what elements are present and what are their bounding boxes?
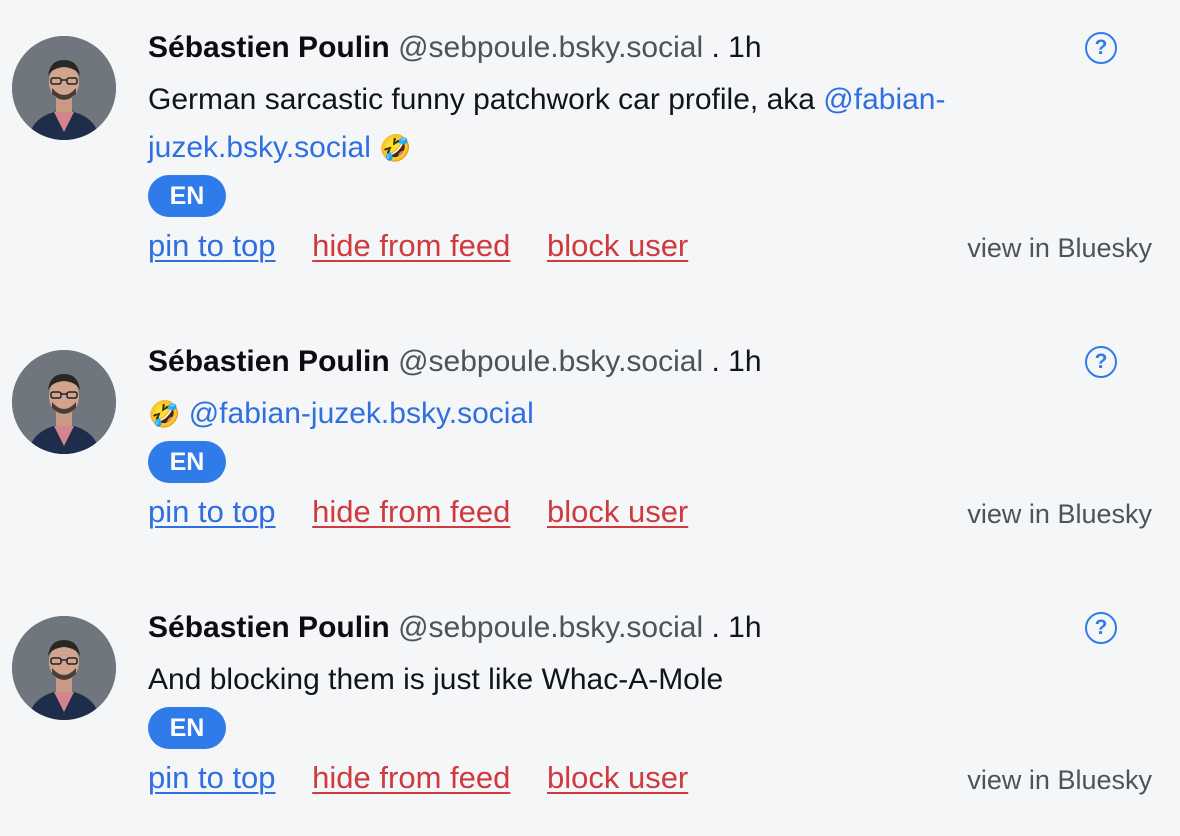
view-in-bluesky-link[interactable]: view in Bluesky bbox=[967, 760, 1152, 800]
author-name[interactable]: Sébastien Poulin bbox=[148, 31, 390, 64]
post-header: Sébastien Poulin @sebpoule.bsky.social .… bbox=[148, 608, 762, 648]
avatar[interactable] bbox=[12, 36, 116, 140]
post-time: 1h bbox=[728, 31, 762, 64]
post-text-content: German sarcastic funny patchwork car pro… bbox=[148, 83, 824, 116]
post-text: And blocking them is just like Whac-A-Mo… bbox=[148, 663, 724, 696]
post-header: Sébastien Poulin @sebpoule.bsky.social .… bbox=[148, 28, 762, 68]
post-actions: pin to top hide from feed block user bbox=[148, 226, 716, 266]
view-in-bluesky-link[interactable]: view in Bluesky bbox=[967, 494, 1152, 534]
mention-link[interactable]: @fabian-juzek.bsky.social bbox=[189, 397, 534, 430]
language-badge: EN bbox=[148, 175, 226, 217]
post-item: Sébastien Poulin @sebpoule.bsky.social .… bbox=[0, 0, 1180, 263]
block-user-link[interactable]: block user bbox=[547, 760, 688, 795]
pin-to-top-link[interactable]: pin to top bbox=[148, 228, 276, 263]
help-icon[interactable]: ? bbox=[1085, 346, 1117, 378]
post-time: 1h bbox=[728, 345, 762, 378]
post-text: German sarcastic funny patchwork car pro… bbox=[148, 76, 1028, 172]
block-user-link[interactable]: block user bbox=[547, 494, 688, 529]
pin-to-top-link[interactable]: pin to top bbox=[148, 760, 276, 795]
pin-to-top-link[interactable]: pin to top bbox=[148, 494, 276, 529]
author-handle[interactable]: @sebpoule.bsky.social bbox=[398, 345, 703, 378]
avatar-image bbox=[12, 616, 116, 720]
hide-from-feed-link[interactable]: hide from feed bbox=[312, 228, 510, 263]
separator: . bbox=[711, 31, 720, 64]
author-name[interactable]: Sébastien Poulin bbox=[148, 345, 390, 378]
author-handle[interactable]: @sebpoule.bsky.social bbox=[398, 611, 703, 644]
language-badge: EN bbox=[148, 707, 226, 749]
author-handle[interactable]: @sebpoule.bsky.social bbox=[398, 31, 703, 64]
help-icon[interactable]: ? bbox=[1085, 32, 1117, 64]
separator: . bbox=[711, 345, 720, 378]
help-icon[interactable]: ? bbox=[1085, 612, 1117, 644]
rofl-emoji-icon: 🤣 bbox=[379, 133, 412, 163]
avatar-image bbox=[12, 350, 116, 454]
author-name[interactable]: Sébastien Poulin bbox=[148, 611, 390, 644]
post-item: Sébastien Poulin @sebpoule.bsky.social .… bbox=[0, 314, 1180, 544]
view-in-bluesky-link[interactable]: view in Bluesky bbox=[967, 228, 1152, 268]
separator: . bbox=[711, 611, 720, 644]
post-header: Sébastien Poulin @sebpoule.bsky.social .… bbox=[148, 342, 762, 382]
hide-from-feed-link[interactable]: hide from feed bbox=[312, 494, 510, 529]
avatar-image bbox=[12, 36, 116, 140]
language-badge: EN bbox=[148, 441, 226, 483]
hide-from-feed-link[interactable]: hide from feed bbox=[312, 760, 510, 795]
avatar[interactable] bbox=[12, 616, 116, 720]
avatar[interactable] bbox=[12, 350, 116, 454]
block-user-link[interactable]: block user bbox=[547, 228, 688, 263]
post-time: 1h bbox=[728, 611, 762, 644]
rofl-emoji-icon: 🤣 bbox=[148, 399, 181, 429]
post-text: 🤣 @fabian-juzek.bsky.social bbox=[148, 390, 1028, 438]
post-actions: pin to top hide from feed block user bbox=[148, 492, 716, 532]
post-actions: pin to top hide from feed block user bbox=[148, 758, 716, 798]
post-item: Sébastien Poulin @sebpoule.bsky.social .… bbox=[0, 580, 1180, 810]
